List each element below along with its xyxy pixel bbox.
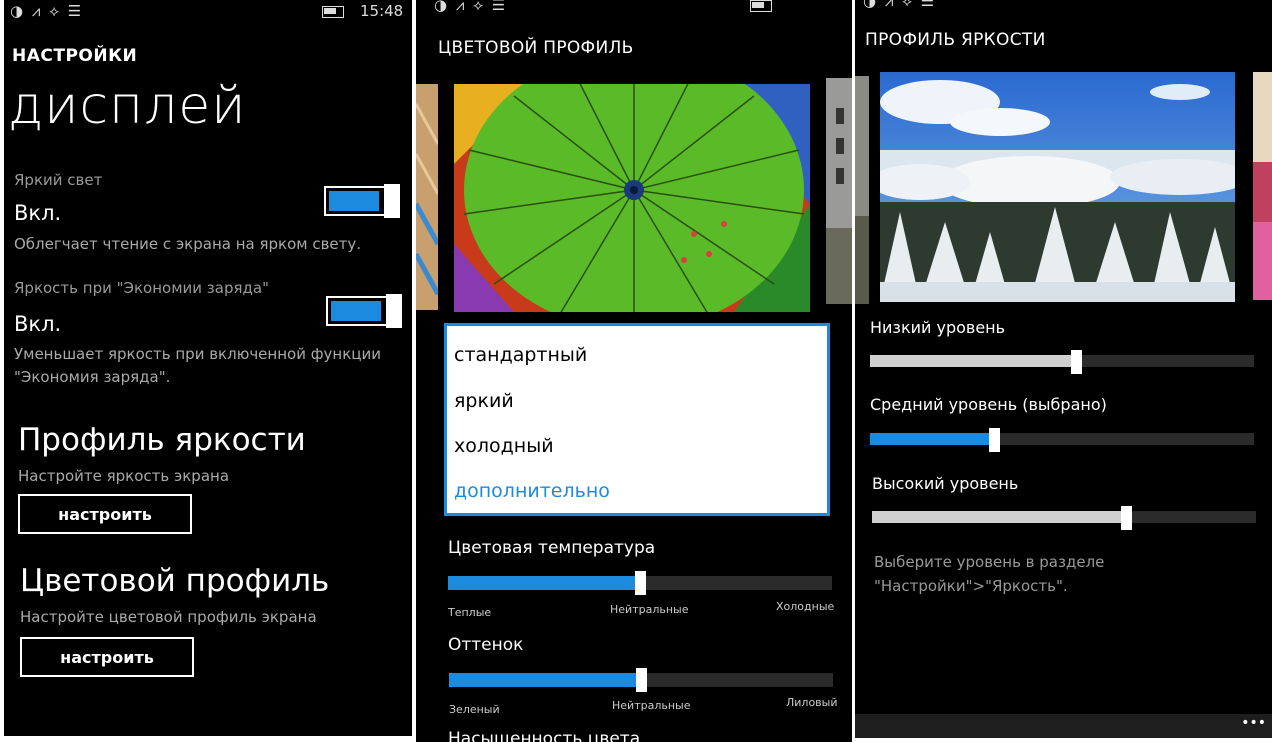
hint-text: Выберите уровень в разделе — [874, 553, 1105, 571]
toggle-knob — [384, 184, 400, 218]
brightness-profile-screen: ◑ ⩘ ⟡ ☰ ПРОФИЛЬ ЯРКОСТИ Низкий уровень С… — [855, 0, 1272, 738]
display-settings-screen: ◑ ⩘ ⟡ ☰ 15:48 НАСТРОЙКИ дисплей Яркий св… — [4, 0, 412, 736]
medium-level-slider[interactable] — [870, 428, 1254, 452]
tick-neutral: Нейтральные — [610, 603, 689, 616]
status-icons: ◑ ⩘ ⟡ ☰ — [863, 0, 937, 10]
color-profile-title: Цветовой профиль — [20, 563, 330, 599]
bright-light-desc: Облегчает чтение с экрана на ярком свету… — [14, 235, 362, 253]
previous-image-peek[interactable] — [416, 84, 438, 310]
app-bar: ••• — [855, 714, 1272, 738]
high-level-slider[interactable] — [872, 506, 1256, 530]
toggle-knob — [386, 294, 402, 328]
tick-neutral: Нейтральные — [612, 699, 691, 712]
next-image-peek[interactable] — [826, 78, 852, 304]
next-image-peek[interactable] — [1253, 72, 1272, 300]
temperature-label: Цветовая температура — [448, 538, 656, 558]
tint-label: Оттенок — [448, 635, 524, 655]
slider-fill — [872, 511, 1125, 523]
battery-saver-desc-2: "Экономия заряда". — [14, 368, 171, 386]
saturation-label: Насыщенность цвета — [448, 729, 641, 742]
battery-saver-value: Вкл. — [14, 312, 62, 336]
toggle-fill — [329, 191, 379, 211]
brightness-profile-title: Профиль яркости — [18, 422, 306, 458]
page-header: ПРОФИЛЬ ЯРКОСТИ — [865, 30, 1046, 50]
previous-image-peek[interactable] — [855, 76, 869, 304]
umbrella-preview-image — [454, 84, 810, 312]
status-icons: ◑ ⩘ ⟡ ☰ — [10, 2, 84, 20]
slider-fill — [870, 433, 993, 445]
temperature-slider[interactable] — [448, 571, 832, 595]
tick-warm: Теплые — [448, 606, 492, 619]
bright-light-value: Вкл. — [14, 201, 62, 225]
toggle-fill — [331, 301, 381, 321]
high-level-label: Высокий уровень — [872, 474, 1019, 493]
battery-icon — [322, 2, 344, 20]
slider-thumb[interactable] — [989, 428, 1000, 452]
option-advanced[interactable]: дополнительно — [454, 480, 610, 502]
bright-light-label: Яркий свет — [14, 171, 103, 189]
battery-saver-desc: Уменьшает яркость при включенной функции — [14, 345, 381, 363]
brightness-configure-button[interactable]: настроить — [18, 494, 192, 534]
option-cold[interactable]: холодный — [454, 435, 554, 457]
slider-fill — [870, 355, 1075, 367]
brightness-profile-desc: Настройте яркость экрана — [18, 467, 230, 485]
option-bright[interactable]: яркий — [454, 390, 514, 412]
medium-level-label: Средний уровень (выбрано) — [870, 395, 1107, 414]
page-title: дисплей — [8, 76, 247, 136]
color-profile-list[interactable]: стандартный яркий холодный дополнительно — [444, 323, 830, 516]
status-time: 15:48 — [360, 2, 404, 20]
tick-lilac: Лиловый — [786, 696, 838, 709]
option-standard[interactable]: стандартный — [454, 344, 587, 366]
color-configure-button[interactable]: настроить — [20, 637, 194, 677]
slider-fill — [449, 673, 641, 687]
slider-thumb[interactable] — [1121, 506, 1132, 530]
hint-text-2: "Настройки">"Яркость". — [874, 577, 1068, 595]
tick-green: Зеленый — [449, 703, 500, 716]
more-options-button[interactable]: ••• — [1241, 715, 1266, 731]
tint-slider[interactable] — [449, 668, 833, 692]
page-header: НАСТРОЙКИ — [12, 46, 138, 66]
color-profile-desc: Настройте цветовой профиль экрана — [20, 608, 317, 626]
slider-thumb[interactable] — [636, 668, 647, 692]
snow-landscape-preview-image — [880, 72, 1235, 302]
low-level-label: Низкий уровень — [870, 318, 1006, 337]
color-profile-screen: ◑ ⩘ ⟡ ☰ ЦВЕТОВОЙ ПРОФИЛЬ стандартный ярк… — [416, 0, 852, 742]
low-level-slider[interactable] — [870, 350, 1254, 374]
bright-light-toggle[interactable] — [324, 184, 400, 218]
tick-cold: Холодные — [776, 600, 835, 613]
slider-fill — [448, 576, 640, 590]
battery-icon — [750, 0, 772, 14]
status-icons: ◑ ⩘ ⟡ ☰ — [434, 0, 508, 14]
slider-thumb[interactable] — [1071, 350, 1082, 374]
slider-thumb[interactable] — [635, 571, 646, 595]
battery-saver-label: Яркость при "Экономии заряда" — [14, 279, 269, 297]
page-header: ЦВЕТОВОЙ ПРОФИЛЬ — [438, 38, 634, 58]
battery-saver-toggle[interactable] — [326, 294, 402, 328]
